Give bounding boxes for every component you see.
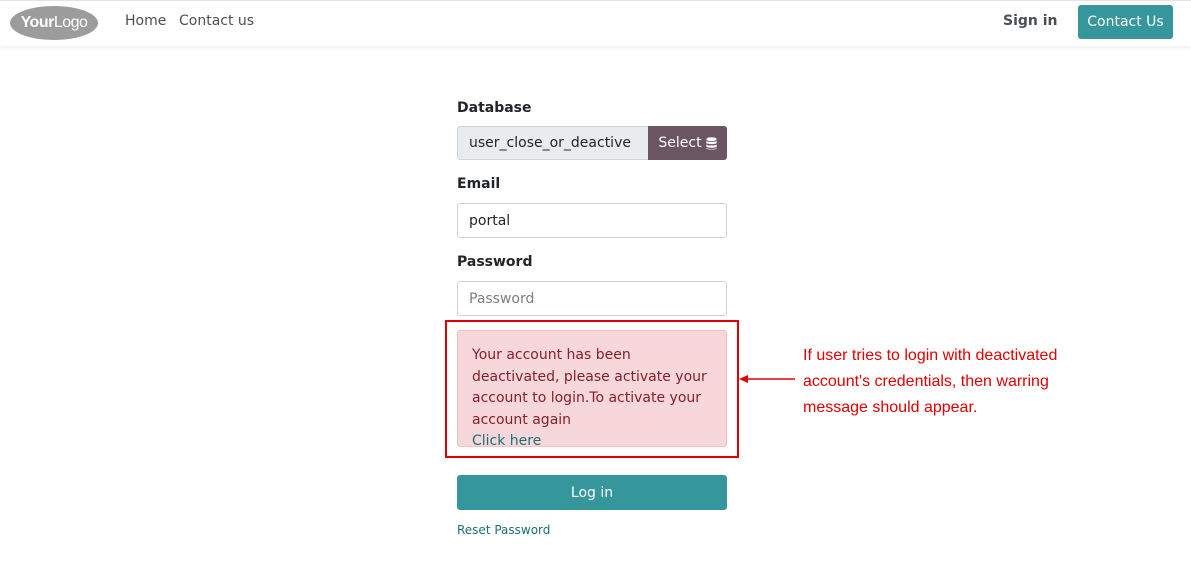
activate-account-link[interactable]: Click here [472, 431, 712, 453]
password-label: Password [457, 254, 533, 270]
login-button[interactable]: Log in [457, 475, 727, 510]
alert-message: Your account has been deactivated, pleas… [472, 347, 707, 428]
brand-logo[interactable]: Your Logo [10, 6, 98, 40]
database-label: Database [457, 100, 532, 116]
top-navbar: Your Logo Home Contact us Sign in Contact… [0, 0, 1191, 46]
contact-us-button[interactable]: Contact Us [1078, 5, 1173, 39]
deactivated-account-alert: Your account has been deactivated, pleas… [457, 330, 727, 449]
password-field[interactable] [457, 281, 727, 316]
select-button-label: Select [658, 135, 702, 151]
database-field: user_close_or_deactive [457, 126, 649, 160]
nav-link-contact[interactable]: Contact us [179, 13, 254, 29]
database-icon [705, 136, 717, 150]
logo-text-bold: Your [20, 14, 55, 31]
reset-password-link[interactable]: Reset Password [457, 523, 550, 537]
nav-link-home[interactable]: Home [125, 13, 166, 29]
email-field[interactable] [457, 203, 727, 238]
sign-in-link[interactable]: Sign in [1003, 13, 1058, 29]
email-label: Email [457, 176, 501, 192]
select-database-button[interactable]: Select [648, 126, 727, 160]
logo-text-light: Logo [53, 14, 88, 31]
annotation-arrow-icon [739, 375, 795, 383]
annotation-note: If user tries to login with deactivated … [803, 347, 1058, 416]
